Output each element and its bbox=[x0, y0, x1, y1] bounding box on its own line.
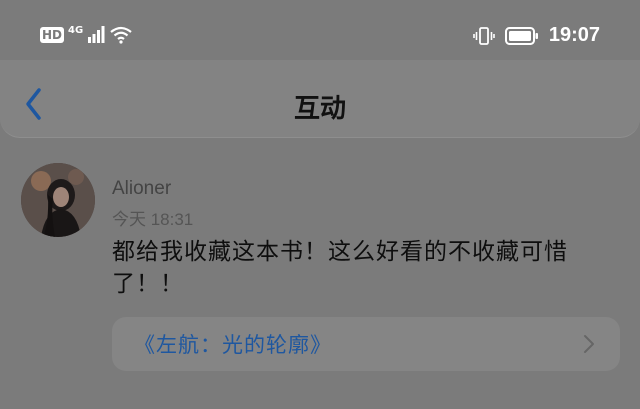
battery-icon bbox=[504, 26, 538, 45]
book-link-card[interactable]: 《左航：光的轮廓》 bbox=[112, 317, 620, 371]
page-title: 互动 bbox=[293, 94, 346, 124]
timestamp: 今天 18:31 bbox=[112, 210, 194, 229]
status-bar: HD 4G 19:07 bbox=[0, 0, 640, 60]
avatar-image bbox=[21, 163, 95, 237]
nav-bar: 互动 bbox=[0, 60, 640, 138]
comment-item: Alioner 今天 18:31 都给我收藏这本书！这么好看的不收藏可惜了！！ … bbox=[0, 160, 640, 409]
avatar[interactable] bbox=[21, 163, 95, 237]
book-title: 《左航：光的轮廓》 bbox=[134, 333, 332, 357]
hd-badge: HD bbox=[40, 27, 65, 43]
vibrate-icon bbox=[473, 26, 495, 45]
comment-text: 都给我收藏这本书！这么好看的不收藏可惜了！！ bbox=[112, 239, 568, 297]
username[interactable]: Alioner bbox=[112, 178, 171, 200]
status-left: HD 4G bbox=[40, 24, 133, 44]
chevron-right-icon bbox=[584, 335, 594, 353]
signal-icon bbox=[88, 26, 105, 43]
status-right: 19:07 bbox=[473, 24, 600, 47]
status-time: 19:07 bbox=[548, 24, 600, 46]
network-label: 4G bbox=[68, 24, 84, 36]
wifi-icon bbox=[110, 26, 132, 44]
